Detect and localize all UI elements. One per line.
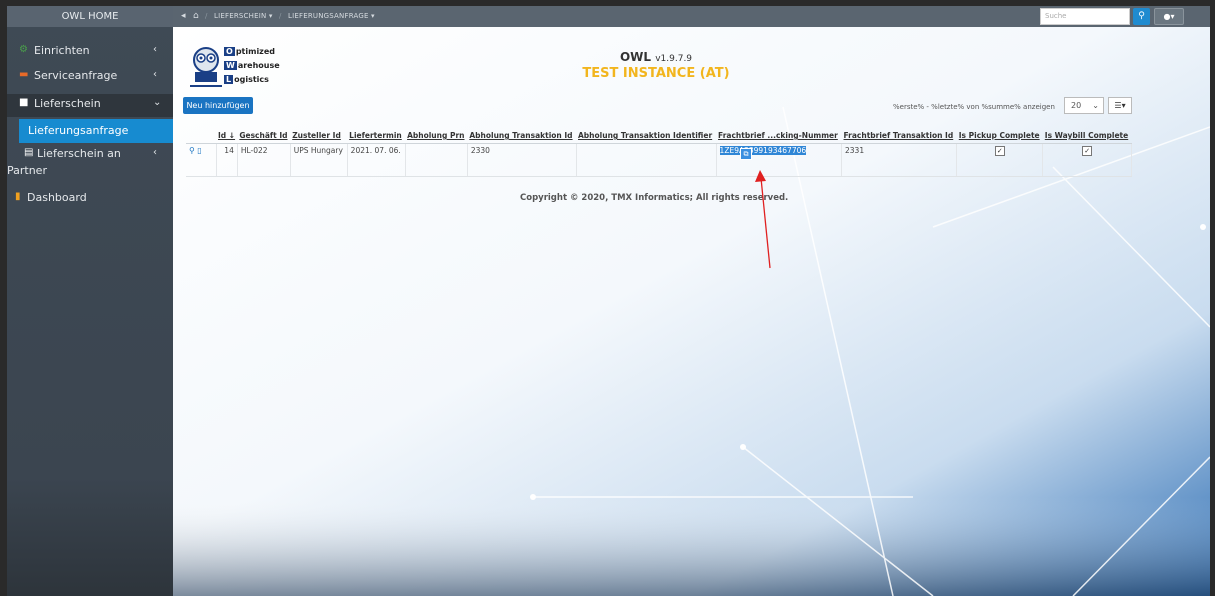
document-icon: ▤ bbox=[24, 147, 34, 158]
search-input[interactable]: Suche bbox=[1040, 8, 1130, 25]
owl-logo-icon bbox=[190, 47, 222, 87]
copyright-footer: Copyright © 2020, TMX Informatics; All r… bbox=[520, 193, 789, 203]
background-art bbox=[173, 27, 1210, 596]
column-header-abholung-transaktion-identifier[interactable]: Abholung Transaktion Identifier bbox=[576, 128, 717, 144]
bar-chart-icon: ▮ bbox=[15, 191, 21, 202]
column-header-geschaeft-id[interactable]: Geschäft Id bbox=[237, 128, 291, 144]
sidebar-item-einrichten[interactable]: ⚙ Einrichten ‹ bbox=[7, 44, 173, 64]
cell-pickup-complete: ✓ bbox=[956, 143, 1044, 177]
sidebar: OWL HOME ⚙ Einrichten ‹ ▬ Serviceanfrage… bbox=[7, 6, 173, 596]
checkbox-pickup-complete: ✓ bbox=[994, 146, 1005, 156]
column-header-frachtbrief-tracking-nummer[interactable]: Frachtbrief ...cking-Nummer bbox=[716, 128, 842, 144]
breadcrumb-lieferschein[interactable]: LIEFERSCHEIN ▾ bbox=[214, 6, 273, 27]
cell-frachtbrief-transaktion-id: 2331 bbox=[841, 143, 958, 177]
app-title: OWL v1.9.7.9 bbox=[619, 50, 693, 64]
sidebar-subitem-lieferungsanfrage[interactable]: Lieferungsanfrage bbox=[19, 119, 173, 143]
window-frame-right bbox=[1210, 0, 1215, 596]
search-button[interactable]: ⚲ bbox=[1133, 8, 1150, 25]
page-size-select[interactable]: 20 ⌄ bbox=[1064, 97, 1104, 114]
sidebar-item-label: Dashboard bbox=[27, 191, 87, 204]
chevron-left-icon: ‹ bbox=[153, 44, 157, 55]
row-actions: ⚲ ▯ bbox=[186, 143, 217, 177]
cell-geschaeft-id: HL-022 bbox=[237, 143, 291, 177]
sidebar-item-label-line2: Partner bbox=[7, 164, 47, 177]
sidebar-item-label: Lieferschein an bbox=[37, 147, 121, 160]
view-icon[interactable]: ⚲ bbox=[189, 146, 195, 155]
cell-id: 14 bbox=[216, 143, 238, 177]
cell-abholung-transaktion-id: 2330 bbox=[467, 143, 577, 177]
cell-liefertermin: 2021. 07. 06. bbox=[347, 143, 406, 177]
column-header-actions bbox=[186, 128, 216, 144]
sidebar-item-serviceanfrage[interactable]: ▬ Serviceanfrage ‹ bbox=[7, 69, 173, 89]
column-header-abholung-prn[interactable]: Abholung Prn bbox=[405, 128, 468, 144]
breadcrumb-separator: / bbox=[279, 12, 282, 20]
logo-word-warehouse: Warehouse bbox=[224, 61, 280, 70]
breadcrumb-separator: / bbox=[205, 12, 208, 20]
column-header-zusteller-id[interactable]: Zusteller Id bbox=[290, 128, 348, 144]
instance-label: TEST INSTANCE (AT) bbox=[582, 66, 730, 81]
sidebar-subitem-lieferschein-partner[interactable]: ▤ Lieferschein an Partner ‹ bbox=[7, 147, 173, 183]
table-row: ⚲ ▯ 14 HL-022 UPS Hungary 2021. 07. 06. … bbox=[186, 143, 1132, 177]
list-icon: ☰▾ bbox=[1114, 101, 1126, 110]
data-table: Id ↓ Geschäft Id Zusteller Id Lieferterm… bbox=[186, 128, 1132, 177]
sidebar-item-label: Lieferungsanfrage bbox=[28, 124, 129, 137]
document-icon: ■ bbox=[19, 97, 29, 108]
window-frame-left bbox=[0, 0, 7, 596]
home-icon[interactable]: ⌂ bbox=[193, 6, 199, 27]
inbox-icon: ▬ bbox=[19, 69, 29, 80]
sidebar-item-dashboard[interactable]: ▮ Dashboard bbox=[7, 191, 173, 211]
chevron-left-icon: ‹ bbox=[153, 69, 157, 80]
column-header-is-pickup-complete[interactable]: Is Pickup Complete bbox=[956, 128, 1043, 144]
copy-cursor-icon: ⧉ bbox=[740, 148, 752, 160]
checkbox-waybill-complete: ✓ bbox=[1082, 146, 1093, 156]
chevron-down-icon: ⌄ bbox=[153, 97, 162, 108]
sidebar-item-lieferschein[interactable]: ■ Lieferschein ⌄ bbox=[7, 97, 173, 117]
sidebar-item-label: Einrichten bbox=[34, 44, 90, 57]
table-header-row: Id ↓ Geschäft Id Zusteller Id Lieferterm… bbox=[186, 128, 1132, 144]
logo-word-optimized: Optimized bbox=[224, 47, 275, 56]
sidebar-item-label: Serviceanfrage bbox=[34, 69, 118, 82]
user-menu-button[interactable]: ●▾ bbox=[1154, 8, 1184, 25]
add-new-button[interactable]: Neu hinzufügen bbox=[183, 97, 253, 114]
sidebar-item-label: Lieferschein bbox=[34, 97, 101, 110]
column-header-liefertermin[interactable]: Liefertermin bbox=[347, 128, 406, 144]
column-header-is-waybill-complete[interactable]: Is Waybill Complete bbox=[1042, 128, 1132, 144]
search-icon: ⚲ bbox=[1138, 11, 1145, 21]
annotation-arrow-icon bbox=[755, 170, 771, 269]
cell-abholung-transaktion-identifier bbox=[576, 143, 717, 177]
cell-zusteller-id: UPS Hungary bbox=[290, 143, 348, 177]
brand-home-link[interactable]: OWL HOME bbox=[7, 6, 173, 27]
user-icon: ●▾ bbox=[1163, 12, 1175, 21]
chevron-left-icon: ‹ bbox=[153, 147, 157, 158]
logo-word-logistics: Logistics bbox=[224, 75, 269, 84]
chevron-down-icon: ⌄ bbox=[1092, 101, 1099, 110]
cell-waybill-complete: ✓ bbox=[1042, 143, 1132, 177]
edit-icon[interactable]: ▯ bbox=[197, 146, 201, 155]
column-header-frachtbrief-transaktion-id[interactable]: Frachtbrief Transaktion Id bbox=[841, 128, 957, 144]
column-chooser-button[interactable]: ☰▾ bbox=[1108, 97, 1132, 114]
column-header-abholung-transaktion-id[interactable]: Abholung Transaktion Id bbox=[467, 128, 576, 144]
gear-icon: ⚙ bbox=[19, 44, 28, 55]
paging-info: %erste% - %letzte% von %summe% anzeigen bbox=[893, 103, 1055, 111]
column-header-id[interactable]: Id ↓ bbox=[216, 128, 238, 144]
cell-abholung-prn bbox=[405, 143, 468, 177]
breadcrumb-lieferungsanfrage[interactable]: LIEFERUNGSANFRAGE ▾ bbox=[288, 6, 375, 27]
back-arrow-icon[interactable]: ◂ bbox=[181, 6, 186, 27]
